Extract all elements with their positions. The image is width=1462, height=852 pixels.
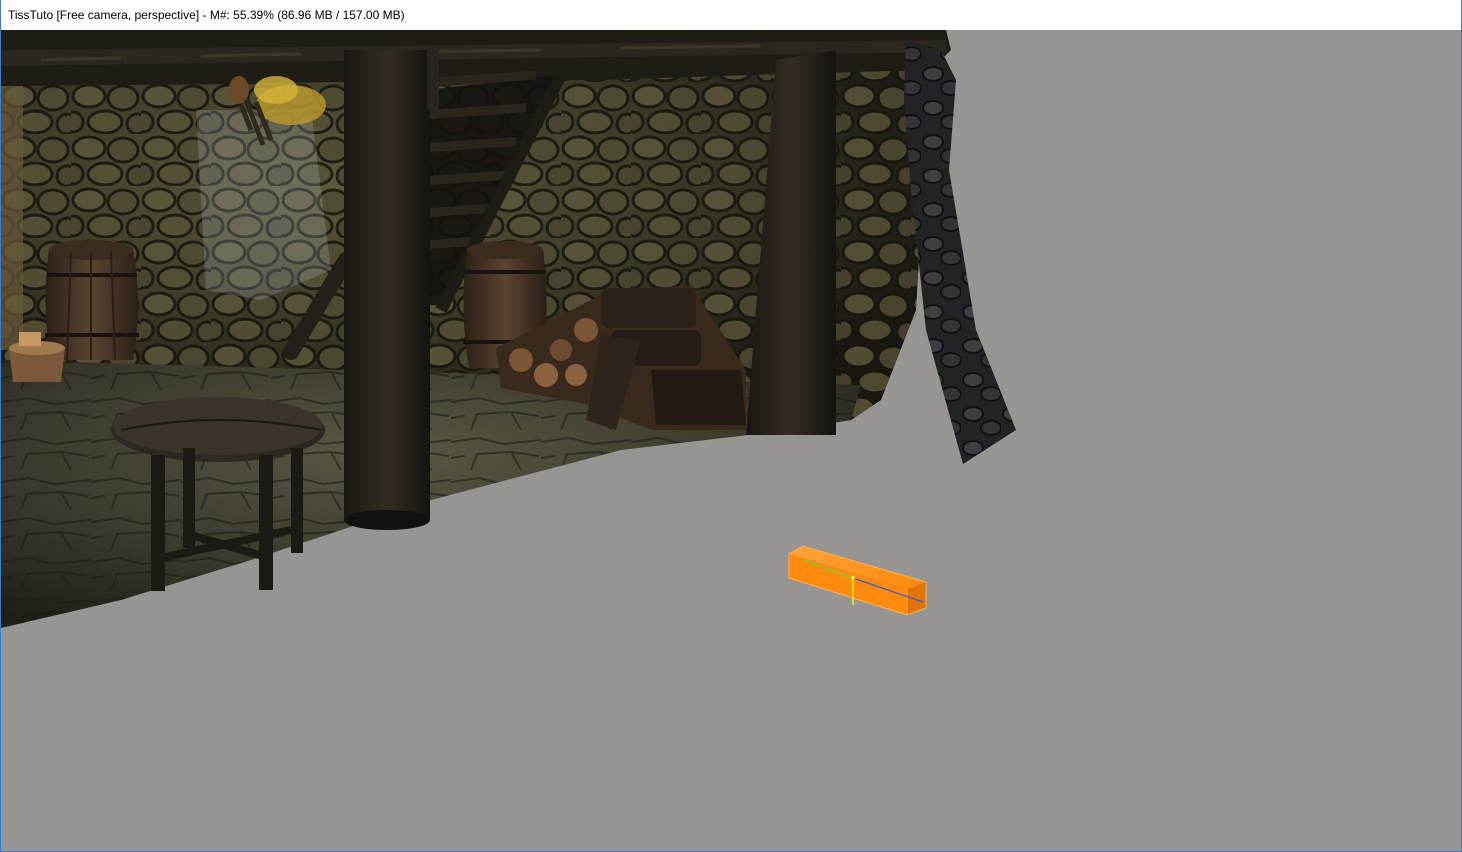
wooden-pillar [344,50,439,530]
window-title: TissTuto [Free camera, perspective] - M#… [8,8,405,22]
3d-viewport[interactable] [1,30,1461,851]
wooden-barrel [45,240,139,361]
light-beam [196,110,331,300]
wooden-pillar [1,80,23,350]
selected-orange-box[interactable] [788,545,927,616]
window-titlebar[interactable]: TissTuto [Free camera, perspective] - M#… [1,0,1461,30]
app-window: TissTuto [Free camera, perspective] - M#… [0,0,1462,852]
curtain-drape [904,40,1016,464]
